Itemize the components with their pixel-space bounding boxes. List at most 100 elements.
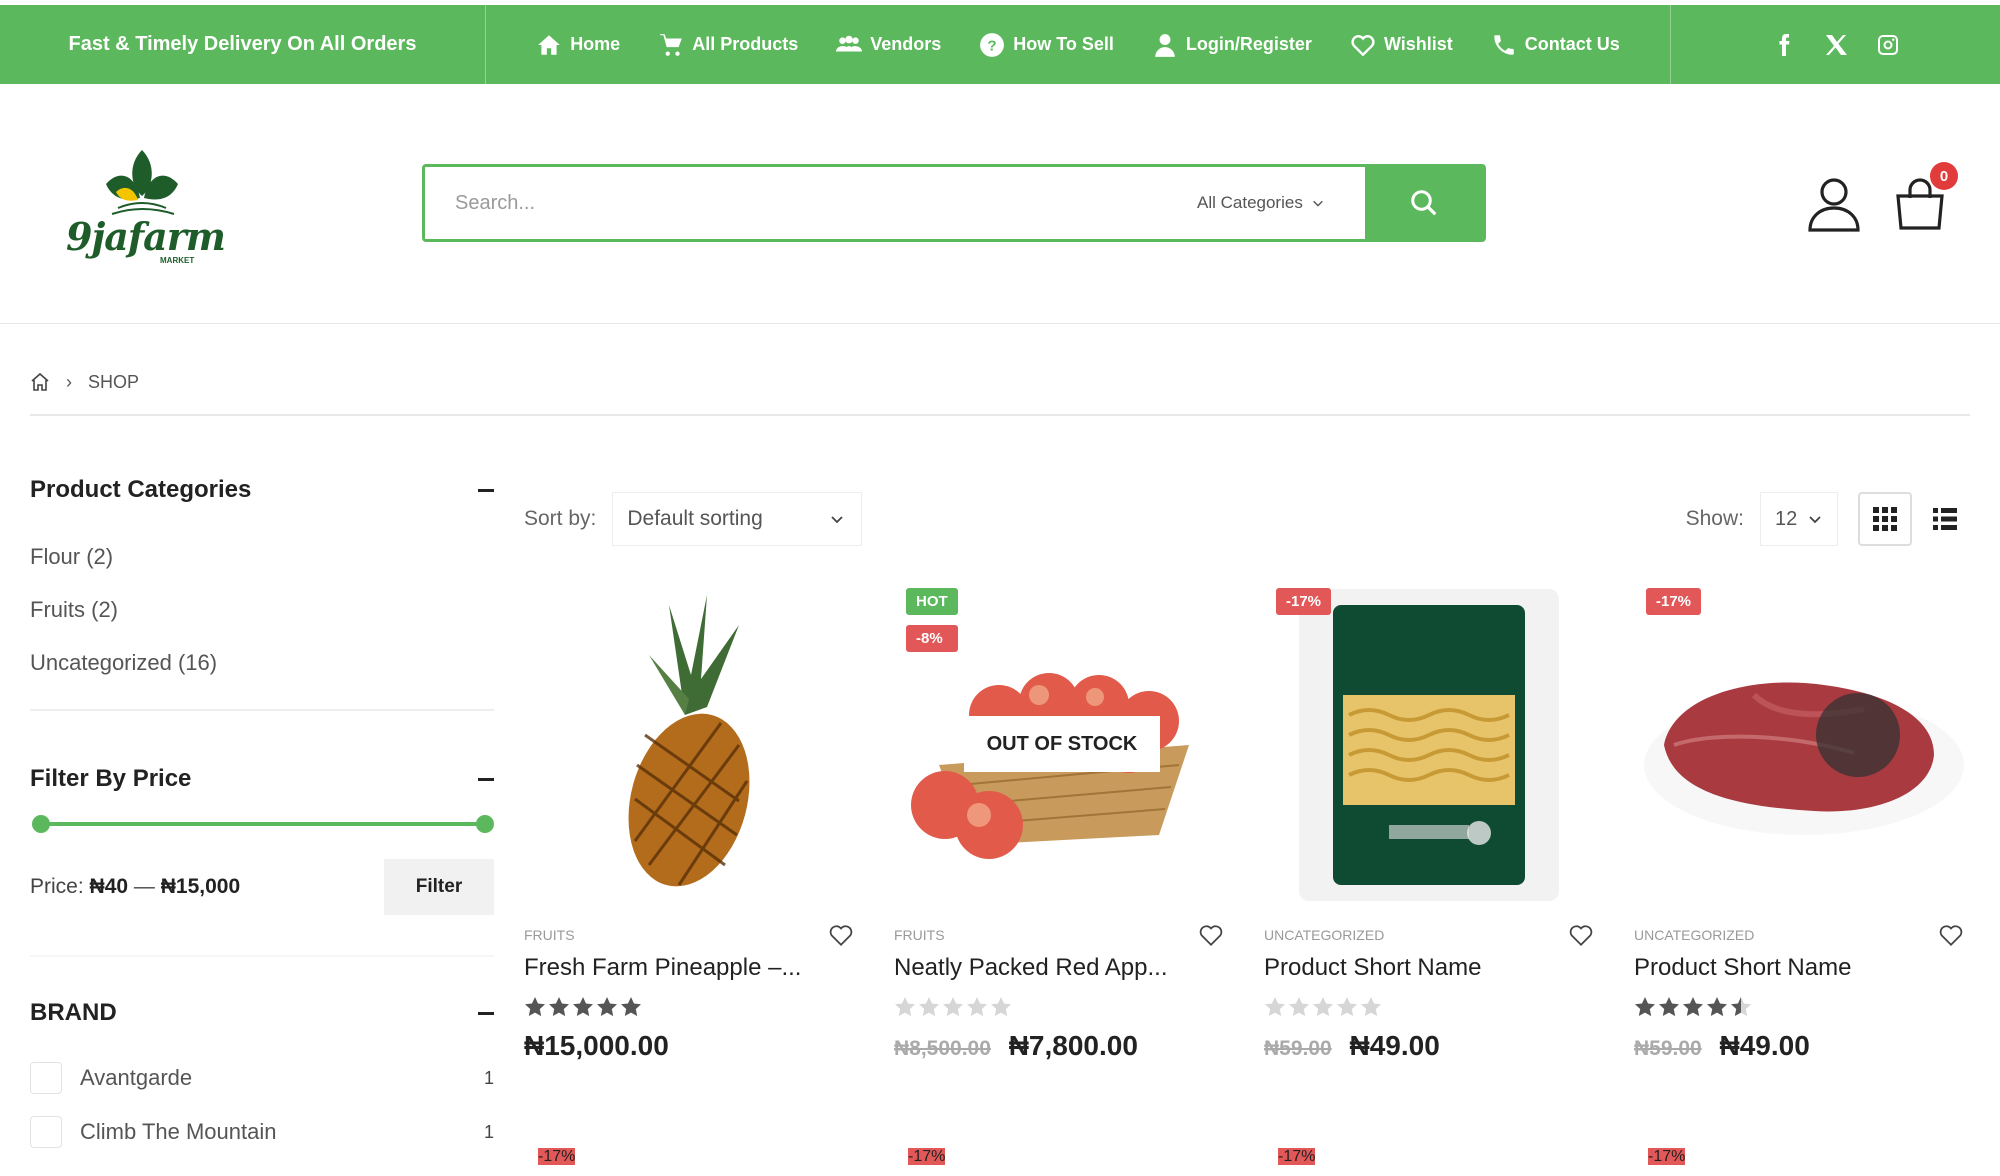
price-range-text: Price: ₦40 — ₦15,000 bbox=[30, 875, 240, 899]
wishlist-heart-icon[interactable] bbox=[1198, 922, 1224, 948]
product-labels: -17% bbox=[1646, 588, 1702, 615]
search-input[interactable] bbox=[425, 167, 1197, 239]
product-image[interactable] bbox=[524, 580, 854, 910]
product-meta: UNCATEGORIZED bbox=[1634, 922, 1964, 948]
star-icon bbox=[1635, 997, 1655, 1017]
chevron-down-icon bbox=[1312, 200, 1323, 207]
star-icon bbox=[919, 997, 939, 1017]
brand-item[interactable]: Avantgarde 1 bbox=[30, 1051, 494, 1105]
nav-wishlist[interactable]: Wishlist bbox=[1350, 32, 1453, 58]
out-of-stock-label: OUT OF STOCK bbox=[964, 716, 1160, 772]
social-links bbox=[1670, 5, 2000, 84]
grid-view-button[interactable] bbox=[1858, 492, 1912, 546]
old-price: ₦8,500.00 bbox=[894, 1037, 991, 1060]
nav-login-register[interactable]: Login/Register bbox=[1152, 32, 1312, 58]
star-icon bbox=[573, 997, 593, 1017]
star-icon bbox=[967, 997, 987, 1017]
list-view-button[interactable] bbox=[1918, 492, 1972, 546]
categories-widget-title[interactable]: Product Categories bbox=[30, 470, 494, 510]
price-max-handle[interactable] bbox=[476, 815, 494, 833]
product-card[interactable]: -17% bbox=[894, 1136, 1224, 1165]
promo-text: Fast & Timely Delivery On All Orders bbox=[0, 5, 486, 84]
star-icon bbox=[549, 997, 569, 1017]
product-card[interactable]: -17% bbox=[1634, 1136, 1964, 1165]
product-title[interactable]: Neatly Packed Red App... bbox=[894, 954, 1224, 982]
product-category[interactable]: UNCATEGORIZED bbox=[1264, 927, 1384, 943]
product-image[interactable]: HOT -8% OUT OF STOCK bbox=[894, 580, 1224, 910]
product-image[interactable]: -17% bbox=[1264, 580, 1594, 910]
brand-title: BRAND bbox=[30, 999, 117, 1026]
rating-stars bbox=[1264, 996, 1594, 1018]
cart-count-badge: 0 bbox=[1930, 162, 1958, 190]
collapse-icon[interactable] bbox=[478, 488, 494, 492]
chevron-down-icon bbox=[831, 516, 844, 524]
logo-leaves bbox=[106, 150, 178, 215]
price-row: Price: ₦40 — ₦15,000 Filter bbox=[30, 859, 494, 915]
breadcrumb-separator: › bbox=[66, 371, 72, 392]
product-price: ₦59.00 ₦49.00 bbox=[1264, 1030, 1594, 1062]
star-icon bbox=[1289, 997, 1309, 1017]
product-title[interactable]: Fresh Farm Pineapple –... bbox=[524, 954, 854, 982]
product-category[interactable]: FRUITS bbox=[524, 927, 575, 943]
product-card[interactable]: HOT -8% OUT OF STOCK FRUITS Neatly Packe… bbox=[894, 580, 1224, 1100]
star-icon bbox=[991, 997, 1011, 1017]
product-title[interactable]: Product Short Name bbox=[1634, 954, 1964, 982]
price-widget-title[interactable]: Filter By Price bbox=[30, 759, 494, 799]
category-item[interactable]: Fruits (2) bbox=[30, 583, 494, 636]
product-title[interactable]: Product Short Name bbox=[1264, 954, 1594, 982]
product-card[interactable]: -17% UNCATEGORIZED Product Short Name ₦5… bbox=[1264, 580, 1594, 1100]
star-icon bbox=[1707, 997, 1727, 1017]
category-item[interactable]: Flour (2) bbox=[30, 530, 494, 583]
shop-toolbar: Sort by: Default sorting Show: 12 bbox=[524, 492, 1972, 546]
nav-contact-us-label: Contact Us bbox=[1524, 34, 1620, 54]
nav-all-products[interactable]: All Products bbox=[658, 32, 798, 58]
nav-wishlist-label: Wishlist bbox=[1383, 34, 1453, 54]
wishlist-heart-icon[interactable] bbox=[1568, 922, 1594, 948]
wishlist-heart-icon[interactable] bbox=[828, 922, 854, 948]
brand-item[interactable]: Climb The Mountain 1 bbox=[30, 1105, 494, 1159]
product-card[interactable]: FRUITS Fresh Farm Pineapple –... ₦15,000… bbox=[524, 580, 854, 1100]
collapse-icon[interactable] bbox=[478, 1011, 494, 1015]
category-select[interactable]: All Categories bbox=[1197, 167, 1365, 239]
product-image[interactable]: -17% bbox=[1634, 580, 1964, 910]
star-icon bbox=[1659, 997, 1679, 1017]
instagram-icon[interactable] bbox=[1875, 32, 1901, 58]
sale-label: -8% bbox=[906, 625, 958, 652]
account-icon[interactable] bbox=[1806, 176, 1862, 232]
brand-checkbox[interactable] bbox=[30, 1062, 62, 1094]
price-min-handle[interactable] bbox=[32, 815, 50, 833]
nav-vendors[interactable]: Vendors bbox=[836, 32, 941, 58]
brand-widget-title[interactable]: BRAND bbox=[30, 993, 494, 1033]
heart-icon bbox=[1351, 34, 1375, 56]
sort-select[interactable]: Default sorting bbox=[612, 492, 863, 546]
facebook-icon[interactable] bbox=[1771, 32, 1797, 58]
filter-button[interactable]: Filter bbox=[384, 859, 494, 915]
per-page-select[interactable]: 12 bbox=[1760, 492, 1838, 546]
nav-home[interactable]: Home bbox=[536, 32, 620, 58]
x-icon[interactable] bbox=[1823, 32, 1849, 58]
cart-button[interactable]: 0 bbox=[1892, 162, 1958, 232]
nav-contact-us[interactable]: Contact Us bbox=[1491, 32, 1620, 58]
product-card[interactable]: -17% bbox=[524, 1136, 854, 1165]
old-price: ₦59.00 bbox=[1264, 1037, 1332, 1060]
product-card[interactable]: -17% UNCATEGORIZED Product Short Name ₦5… bbox=[1634, 580, 1964, 1100]
phone-icon bbox=[1494, 34, 1514, 55]
star-icon bbox=[525, 997, 545, 1017]
site-logo[interactable]: 9jafarm MARKET bbox=[62, 142, 226, 272]
home-icon[interactable] bbox=[30, 372, 50, 392]
category-item[interactable]: Uncategorized (16) bbox=[30, 636, 494, 689]
divider bbox=[30, 955, 494, 957]
brand-checkbox[interactable] bbox=[30, 1116, 62, 1148]
price-range-slider[interactable] bbox=[30, 809, 494, 839]
product-category[interactable]: FRUITS bbox=[894, 927, 945, 943]
star-icon bbox=[597, 997, 617, 1017]
wishlist-heart-icon[interactable] bbox=[1938, 922, 1964, 948]
product-card[interactable]: -17% bbox=[1264, 1136, 1594, 1165]
show-label: Show: bbox=[1685, 507, 1744, 530]
sale-label: -17% bbox=[1276, 588, 1332, 615]
logo-wordmark: 9jafarm bbox=[66, 214, 226, 259]
nav-how-to-sell[interactable]: ? How To Sell bbox=[979, 32, 1114, 58]
search-button[interactable] bbox=[1365, 167, 1483, 239]
product-category[interactable]: UNCATEGORIZED bbox=[1634, 927, 1754, 943]
collapse-icon[interactable] bbox=[478, 777, 494, 781]
